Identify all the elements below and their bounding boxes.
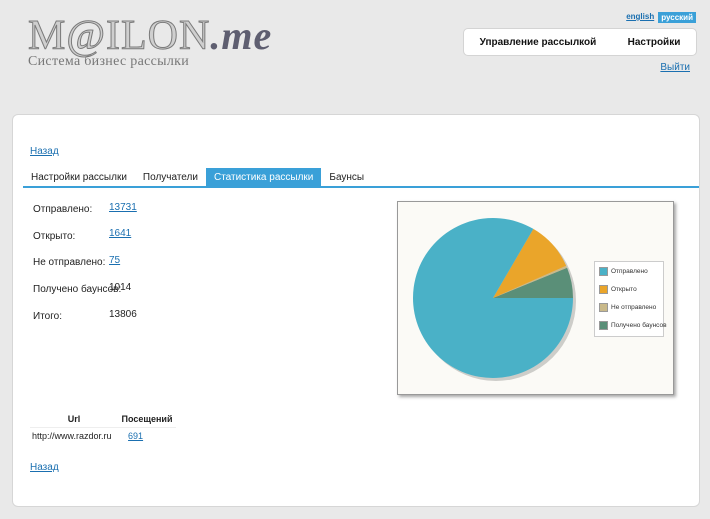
stat-label-bounces: Получено баунсов: — [33, 284, 122, 295]
legend-label: Получено баунсов — [611, 322, 667, 329]
pie-chart-svg — [413, 218, 576, 381]
tab-mailing-settings[interactable]: Настройки рассылки — [23, 168, 135, 186]
stat-label-not-sent: Не отправлено: — [33, 257, 106, 268]
legend-swatch — [599, 303, 608, 312]
top-navigation: Управление рассылкой Настройки — [463, 28, 697, 56]
tab-mailing-statistics[interactable]: Статистика рассылки — [205, 168, 322, 186]
stat-label-total: Итого: — [33, 311, 62, 322]
visits-column-header: Посещений — [121, 414, 173, 424]
lang-russian-active[interactable]: русский — [658, 12, 696, 23]
tab-recipients[interactable]: Получатели — [135, 168, 206, 186]
url-visits-table: Url Посещений http://www.razdor.ru 691 — [30, 411, 176, 444]
legend-label: Не отправлено — [611, 304, 657, 311]
legend-swatch — [599, 321, 608, 330]
visits-cell-link[interactable]: 691 — [118, 427, 176, 444]
back-link-top[interactable]: Назад — [30, 146, 59, 157]
main-panel: Назад Настройки рассылки Получатели Стат… — [12, 114, 700, 507]
legend-swatch — [599, 285, 608, 294]
stat-value-opened[interactable]: 1641 — [109, 228, 131, 239]
logo: M@ILON.me Система бизнес рассылки — [27, 12, 273, 70]
logo-title: M@ILON.me — [27, 13, 273, 60]
table-row: http://www.razdor.ru 691 — [30, 427, 176, 444]
stat-value-bounces: 1014 — [109, 282, 132, 293]
legend-item: Получено баунсов — [599, 321, 667, 330]
language-switcher: english русский — [626, 12, 696, 23]
stat-label-sent: Отправлено: — [33, 204, 93, 215]
stat-value-sent[interactable]: 13731 — [109, 202, 137, 213]
nav-settings[interactable]: Настройки — [628, 37, 681, 48]
legend-label: Отправлено — [611, 268, 648, 275]
stat-label-opened: Открыто: — [33, 231, 76, 242]
legend-swatch — [599, 267, 608, 276]
pie-chart: Отправлено Открыто Не отправлено Получено б… — [397, 201, 674, 395]
tab-bar: Настройки рассылки Получатели Статистика… — [23, 167, 699, 188]
legend-item: Отправлено — [599, 267, 648, 276]
url-cell: http://www.razdor.ru — [30, 427, 119, 444]
back-link-bottom[interactable]: Назад — [30, 462, 59, 473]
legend-item: Не отправлено — [599, 303, 656, 312]
lang-english-link[interactable]: english — [626, 12, 654, 23]
nav-manage-mailing[interactable]: Управление рассылкой — [480, 37, 597, 48]
legend-item: Открыто — [599, 285, 637, 294]
stat-value-total: 13806 — [109, 309, 137, 320]
chart-legend: Отправлено Открыто Не отправлено Получено б… — [594, 261, 667, 337]
tab-bounces[interactable]: Баунсы — [321, 168, 372, 186]
logout-link[interactable]: Выйти — [660, 62, 690, 73]
url-column-header: Url — [67, 414, 81, 424]
stat-value-not-sent[interactable]: 75 — [109, 255, 120, 266]
legend-label: Открыто — [611, 286, 637, 293]
